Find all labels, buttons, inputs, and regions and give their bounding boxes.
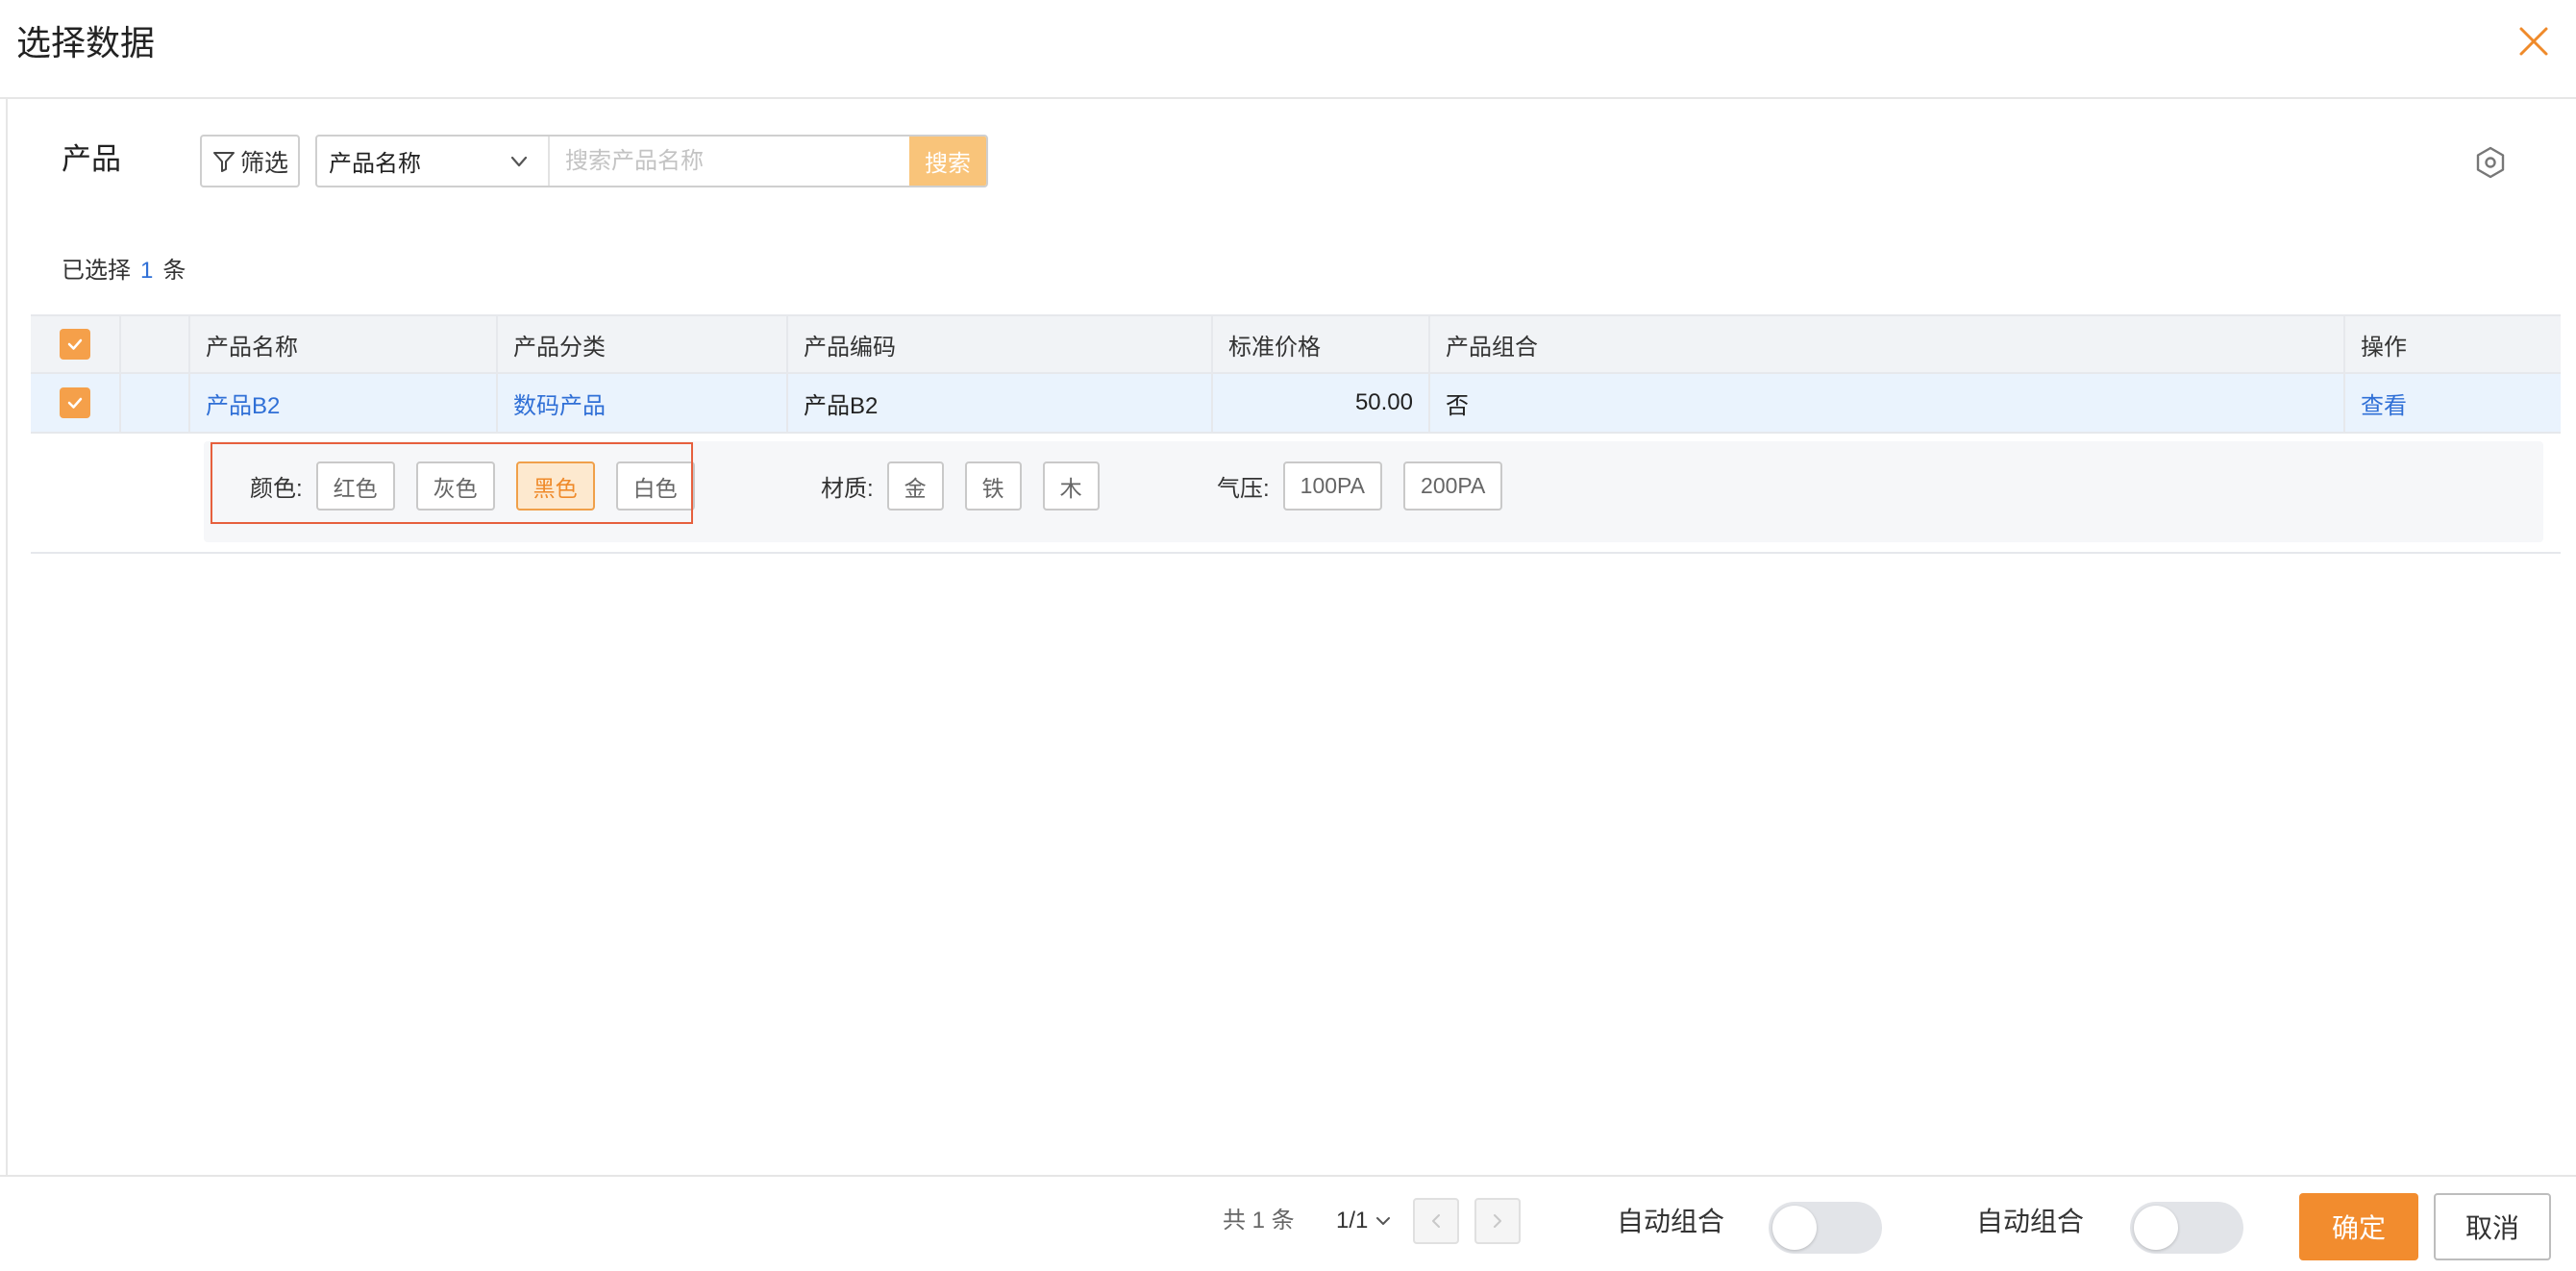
auto-combine-label-1: 自动组合 <box>1617 1207 1725 1236</box>
tag-material-gold[interactable]: 金 <box>886 461 944 511</box>
page-select[interactable]: 1/1 <box>1336 1206 1393 1236</box>
selection-summary: 已选择 1 条 <box>62 256 186 287</box>
view-link[interactable]: 查看 <box>2345 374 2561 432</box>
chevron-down-icon <box>1376 1217 1391 1225</box>
object-label: 产品 <box>62 142 121 176</box>
page-indicator: 1/1 <box>1336 1208 1369 1234</box>
column-header-name[interactable]: 产品名称 <box>190 316 498 372</box>
data-table: 产品名称 产品分类 产品编码 标准价格 产品组合 操作 产品B2 数码产品 产品… <box>31 314 2561 554</box>
table-header: 产品名称 产品分类 产品编码 标准价格 产品组合 操作 <box>31 314 2561 374</box>
close-button[interactable] <box>2514 19 2552 62</box>
tag-pressure-200pa[interactable]: 200PA <box>1403 461 1503 511</box>
toggle-knob <box>1772 1206 1817 1250</box>
search-input[interactable] <box>550 137 909 186</box>
cancel-button[interactable]: 取消 <box>2434 1193 2551 1260</box>
chevron-down-icon <box>510 156 528 166</box>
attr-label-material: 材质: <box>821 476 874 502</box>
tag-color-red[interactable]: 红色 <box>315 461 395 511</box>
selection-suffix: 条 <box>162 258 186 284</box>
product-code: 产品B2 <box>788 374 1213 432</box>
tag-color-white[interactable]: 白色 <box>615 461 695 511</box>
dialog-title: 选择数据 <box>16 23 156 62</box>
attribute-panel: 颜色: 红色 灰色 黑色 白色 材质: 金 铁 木 气压: 100PA 200P… <box>204 441 2543 542</box>
settings-icon <box>2476 146 2505 179</box>
settings-button[interactable] <box>2472 144 2509 181</box>
header-checkbox-cell <box>31 316 121 372</box>
chevron-left-icon <box>1432 1214 1440 1228</box>
tag-material-wood[interactable]: 木 <box>1042 461 1100 511</box>
left-edge <box>0 99 8 1176</box>
dialog-header: 选择数据 <box>0 0 2576 99</box>
funnel-icon <box>212 151 235 172</box>
product-combo: 否 <box>1430 374 2345 432</box>
next-page-button[interactable] <box>1474 1198 1521 1244</box>
total-count: 共 1 条 <box>1223 1208 1295 1234</box>
search-button[interactable]: 搜索 <box>909 137 986 186</box>
chevron-right-icon <box>1494 1214 1501 1228</box>
column-header-code[interactable]: 产品编码 <box>788 316 1213 372</box>
product-category-link[interactable]: 数码产品 <box>498 374 788 432</box>
product-price: 50.00 <box>1213 374 1430 432</box>
row-index-cell <box>121 374 190 432</box>
auto-combine-toggle-2[interactable] <box>2130 1202 2243 1254</box>
column-header-combo[interactable]: 产品组合 <box>1430 316 2345 372</box>
column-header-price[interactable]: 标准价格 <box>1213 316 1430 372</box>
filter-label: 筛选 <box>239 149 288 177</box>
auto-combine-toggle-1[interactable] <box>1769 1202 1882 1254</box>
attr-group-pressure: 气压: 100PA 200PA <box>1217 461 1523 511</box>
column-header-category[interactable]: 产品分类 <box>498 316 788 372</box>
field-select-value: 产品名称 <box>329 151 421 177</box>
prev-page-button[interactable] <box>1413 1198 1459 1244</box>
close-icon <box>2519 27 2548 56</box>
auto-combine-label-2: 自动组合 <box>1976 1207 2085 1236</box>
tag-pressure-100pa[interactable]: 100PA <box>1282 461 1383 511</box>
attr-group-material: 材质: 金 铁 木 <box>821 461 1121 511</box>
table-row[interactable]: 产品B2 数码产品 产品B2 50.00 否 查看 <box>31 374 2561 434</box>
product-name-link[interactable]: 产品B2 <box>190 374 498 432</box>
search-group: 产品名称 搜索 <box>315 135 988 187</box>
attr-label-color: 颜色: <box>250 476 303 502</box>
header-index-cell <box>121 316 190 372</box>
check-icon <box>67 397 83 409</box>
attr-group-color: 颜色: 红色 灰色 黑色 白色 <box>250 461 716 511</box>
attr-label-pressure: 气压: <box>1217 476 1270 502</box>
field-select[interactable]: 产品名称 <box>317 137 550 186</box>
tag-color-black[interactable]: 黑色 <box>515 461 595 511</box>
filter-button[interactable]: 筛选 <box>200 135 300 187</box>
row-expand-area: 颜色: 红色 灰色 黑色 白色 材质: 金 铁 木 气压: 100PA 200P… <box>31 434 2561 554</box>
selection-count: 1 <box>140 258 154 284</box>
row-checkbox-cell <box>31 374 121 432</box>
dialog-footer: 共 1 条 1/1 自动组合 自动组合 确定 取消 <box>0 1175 2576 1271</box>
confirm-button[interactable]: 确定 <box>2299 1193 2418 1260</box>
check-icon <box>67 338 83 350</box>
row-checkbox[interactable] <box>60 387 90 418</box>
toggle-knob <box>2134 1206 2178 1250</box>
selection-prefix: 已选择 <box>62 258 131 284</box>
tag-material-iron[interactable]: 铁 <box>964 461 1022 511</box>
select-all-checkbox[interactable] <box>60 329 90 360</box>
tag-color-gray[interactable]: 灰色 <box>415 461 495 511</box>
column-header-action: 操作 <box>2361 334 2407 361</box>
